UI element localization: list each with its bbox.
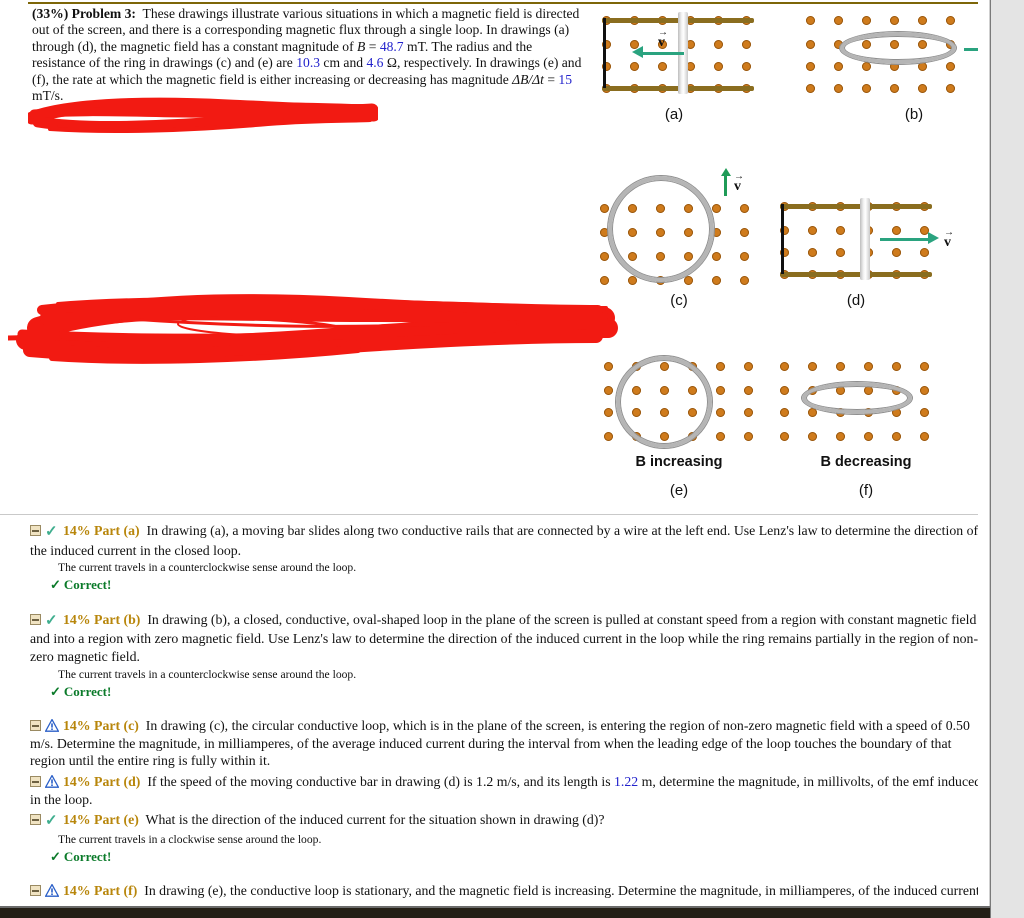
circular-loop-e [616, 356, 712, 448]
figure-label-d: (d) [846, 292, 866, 309]
part-d-percent-label[interactable]: 14% Part (d) [63, 774, 140, 789]
figure-e: B increasing (e) [594, 356, 764, 502]
red-scribble-middle [8, 294, 618, 364]
blue-warning-icon [45, 774, 59, 788]
page-title: Problem 3: [71, 6, 136, 21]
part-a-body: In drawing (a), a moving bar slides alon… [30, 523, 979, 558]
velocity-label-c: → v [734, 171, 744, 195]
rate-value: 15 [558, 71, 573, 87]
blue-warning-icon [45, 719, 59, 733]
green-check-icon: ✓ [45, 813, 58, 830]
collapse-icon[interactable] [30, 885, 41, 897]
vertical-scrollbar[interactable] [990, 0, 1024, 918]
green-check-icon: ✓ [45, 524, 58, 540]
figure-panel: →v (a) →v [586, 4, 1013, 512]
figure-label-b: (b) [904, 106, 924, 123]
scroll-gap [978, 0, 990, 918]
part-c-percent-label[interactable]: 14% Part (c) [63, 718, 139, 733]
problem-text-3: cm and [320, 55, 367, 71]
part-d: 14% Part (d) If the speed of the moving … [30, 773, 985, 808]
figure-caption-e: B increasing [635, 454, 723, 470]
green-check-icon: ✓ [45, 612, 58, 629]
part-f-body: In drawing (e), the conductive loop is s… [144, 883, 984, 899]
figure-b: →v (b) [804, 10, 1013, 123]
B-value: 48.7 [379, 38, 404, 54]
parts-list: ✓ 14% Part (a) In drawing (a), a moving b… [30, 522, 985, 903]
part-b-answer: The current travels in a counterclockwis… [58, 667, 357, 681]
part-b-correct-status: ✓ Correct! [50, 683, 112, 699]
B-symbol: B [357, 38, 366, 54]
part-e-body: What is the direction of the induced cur… [145, 812, 605, 828]
part-d-body-pre: If the speed of the moving conductive ba… [147, 773, 615, 789]
end-wire-a [603, 18, 606, 88]
part-a-percent-label[interactable]: 14% Part (a) [63, 523, 140, 538]
part-f-percent-label[interactable]: 14% Part (f) [63, 883, 137, 898]
figure-label-e: (e) [669, 482, 689, 499]
collapse-icon[interactable] [30, 720, 41, 732]
part-b: ✓ 14% Part (b) In drawing (b), a closed, … [30, 611, 985, 700]
circular-loop-c [608, 176, 714, 282]
problem-text-5: mT/s. [32, 88, 64, 104]
velocity-arrowhead-a [632, 46, 643, 58]
part-e-percent-label[interactable]: 14% Part (e) [63, 812, 139, 827]
figure-c: → v (c) [594, 168, 764, 309]
collapse-icon[interactable] [30, 814, 41, 826]
part-e-answer: The current travels in a clockwise sense… [58, 832, 322, 846]
figure-caption-f: B decreasing [820, 454, 912, 470]
oval-loop-f [802, 382, 912, 414]
part-a: ✓ 14% Part (a) In drawing (a), a moving b… [30, 522, 985, 594]
part-e: ✓ 14% Part (e) What is the direction of t… [30, 811, 985, 865]
blue-warning-icon [45, 884, 59, 898]
part-e-correct-status: ✓ Correct! [50, 848, 112, 864]
part-b-percent-label[interactable]: 14% Part (b) [63, 612, 140, 627]
figure-f: B decreasing (f) [776, 356, 956, 502]
figure-d: → v (d) [776, 196, 956, 309]
collapse-icon[interactable] [30, 525, 41, 536]
figure-label-f: (f) [858, 482, 874, 499]
resistance-value: 4.6 [366, 55, 384, 71]
velocity-arrowhead-c [721, 168, 731, 176]
velocity-arrow-d [880, 238, 930, 241]
homework-page: (33%) Problem 3: These drawings illustra… [0, 0, 1024, 918]
oval-loop-b [840, 32, 956, 64]
end-wire-d [781, 204, 784, 274]
part-a-answer: The current travels in a counterclockwis… [58, 561, 357, 575]
velocity-label-a: → v [658, 27, 668, 51]
velocity-label-d: → v [944, 227, 954, 251]
figure-label-c: (c) [670, 292, 688, 309]
figure-a: → v (a) [594, 10, 754, 123]
rail-top-d [780, 204, 932, 209]
part-a-correct-status: ✓ Correct! [50, 577, 112, 593]
sliding-bar-d [860, 198, 870, 280]
rail-bottom-d [780, 272, 932, 277]
collapse-icon[interactable] [30, 775, 41, 787]
collapse-icon[interactable] [30, 613, 41, 625]
figure-label-a: (a) [664, 106, 684, 123]
problem-statement: (33%) Problem 3: These drawings illustra… [32, 6, 582, 104]
bottom-bar [0, 908, 990, 918]
problem-percent: (33%) [32, 6, 69, 21]
part-c: 14% Part (c) In drawing (c), the circula… [30, 717, 985, 770]
section-divider [0, 514, 990, 515]
velocity-arrow-c [724, 174, 727, 196]
part-c-body: In drawing (c), the circular conductive … [30, 718, 970, 769]
velocity-arrowhead-d [928, 232, 939, 244]
velocity-arrow-a [642, 52, 684, 55]
part-b-body: In drawing (b), a closed, conductive, ov… [30, 611, 979, 664]
part-f: 14% Part (f) In drawing (e), the conduct… [30, 882, 985, 900]
part-d-length-value: 1.22 [614, 773, 639, 789]
rate-symbol: ΔB/Δt [512, 71, 544, 87]
radius-value: 10.3 [296, 55, 321, 71]
